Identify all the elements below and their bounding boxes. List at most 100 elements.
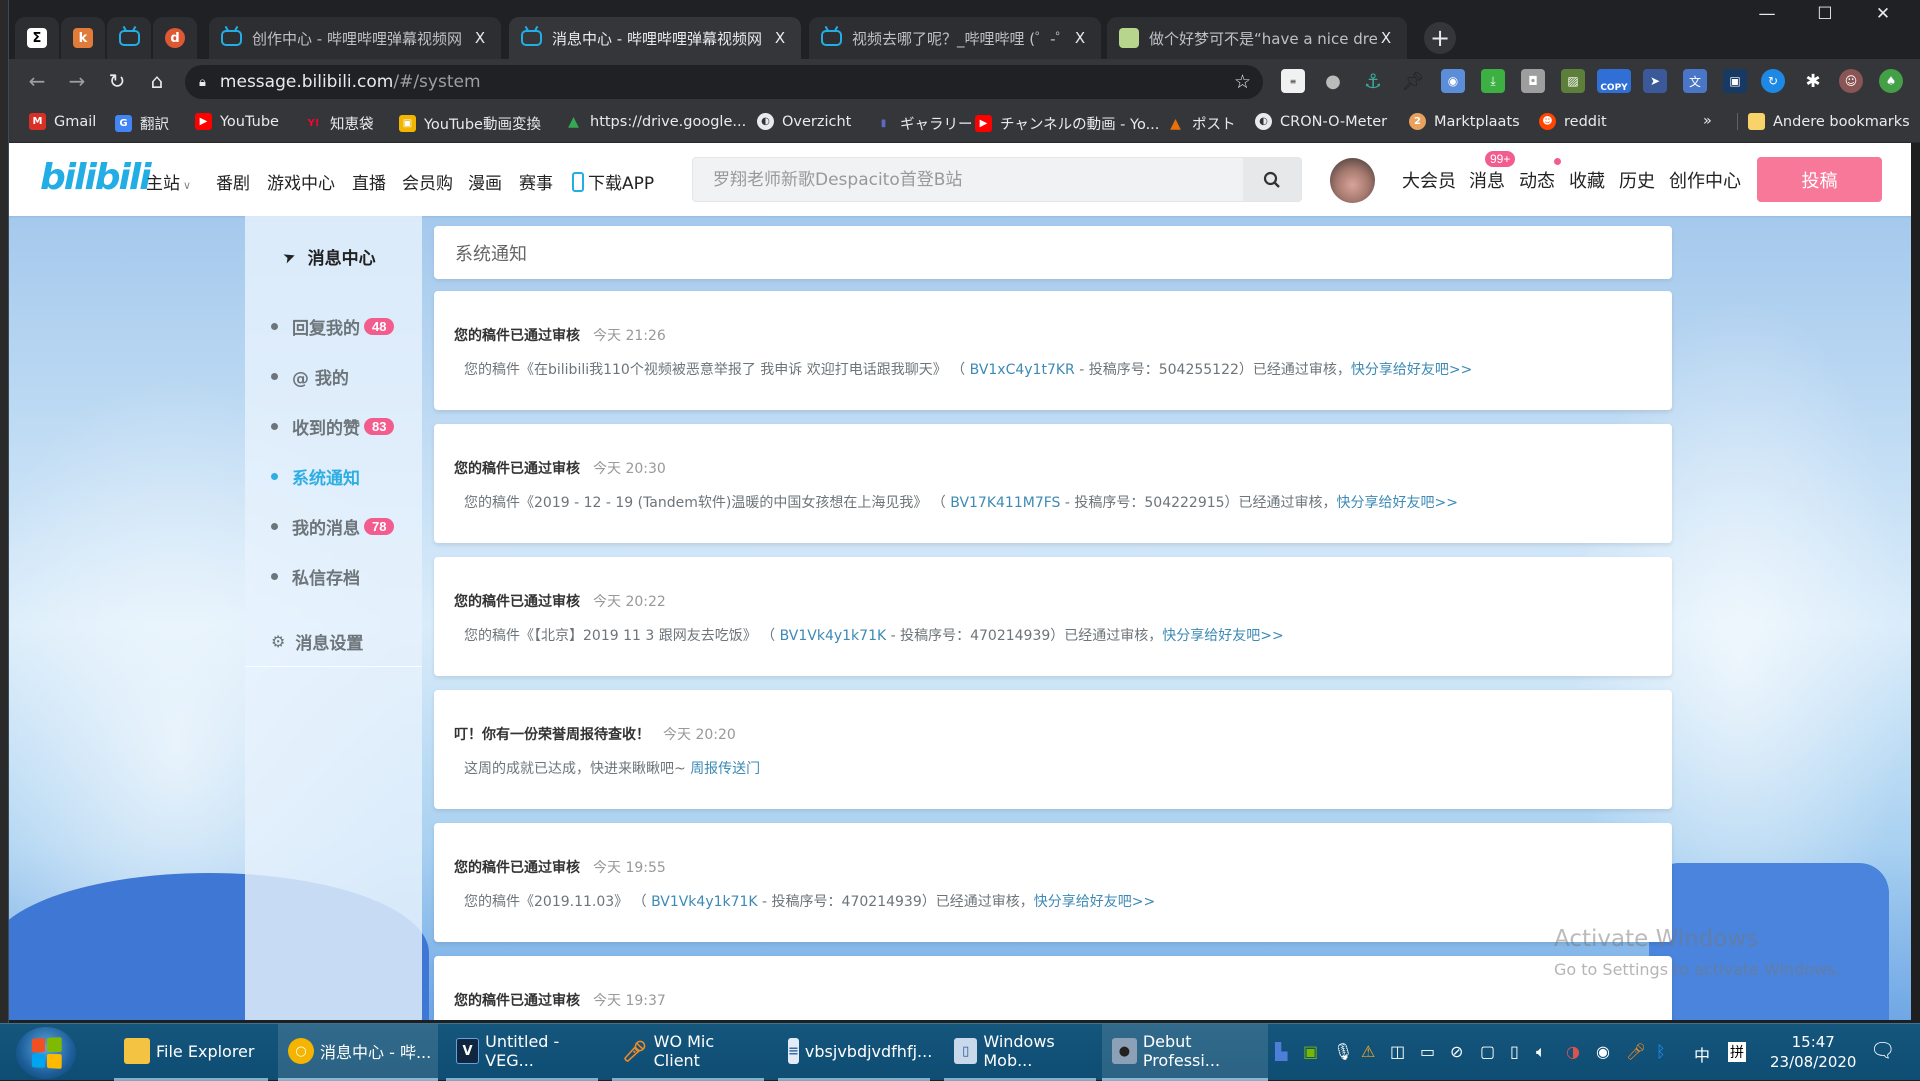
cursor-icon[interactable]: ➤ [1643, 69, 1667, 93]
taskbar-debut[interactable]: ● Debut Professi... [1102, 1024, 1268, 1081]
video-bv-link[interactable]: BV1Vk4y1k71K [780, 628, 887, 644]
forward-button[interactable]: → [62, 69, 92, 93]
bookmark-youtube-converter[interactable]: ▣ YouTube動画変換 [399, 113, 541, 134]
close-tab-icon[interactable]: X [471, 29, 489, 47]
new-tab-button[interactable]: + [1424, 22, 1456, 54]
share-link[interactable]: 快分享给好友吧>> [1034, 894, 1155, 910]
share-link[interactable]: 快分享给好友吧>> [1162, 628, 1283, 644]
extension-icon[interactable]: ● [1321, 69, 1345, 93]
nav-creator-center[interactable]: 创作中心 [1669, 167, 1741, 193]
other-bookmarks-folder[interactable]: Andere bookmarks [1737, 113, 1910, 130]
bookmark-overzicht[interactable]: ◐ Overzicht [757, 113, 851, 130]
address-bar[interactable]: 🔒︎ message.bilibili.com/#/system ☆ [185, 65, 1263, 99]
home-button[interactable]: ⌂ [142, 69, 172, 93]
puzzle-icon[interactable]: ✱ [1801, 69, 1825, 93]
tab-message-center[interactable]: 消息中心 - 哔哩哔哩弹幕视频网 X [509, 17, 801, 59]
bookmark-translate[interactable]: G 翻訳 [115, 113, 169, 134]
sidebar-item-system-notices[interactable]: 系统通知 [271, 464, 360, 489]
sync-icon[interactable]: ♠ [1879, 69, 1903, 93]
user-avatar[interactable] [1330, 158, 1375, 203]
microphone-tray-icon[interactable]: 🎙︎ [1333, 1042, 1353, 1061]
sidebar-item-mentions[interactable]: @ 我的 [271, 364, 349, 389]
system-clock[interactable]: 15:47 23/08/2020 [1770, 1032, 1856, 1072]
camera-icon[interactable]: ◉ [1441, 69, 1465, 93]
nav-download-app[interactable]: 下载APP [572, 169, 654, 194]
nav-main-site[interactable]: 主站 ∨ [146, 169, 191, 194]
close-window-button[interactable]: ✕ [1855, 4, 1911, 24]
bluetooth-icon[interactable]: ᛒ [1656, 1042, 1666, 1061]
ime-mode-indicator[interactable]: 拼 [1728, 1042, 1746, 1062]
bookmark-gallery[interactable]: ▮ ギャラリー [875, 113, 973, 134]
image-icon[interactable]: ▨ [1561, 69, 1585, 93]
reload-button[interactable]: ↻ [102, 69, 132, 93]
nav-live[interactable]: 直播 [352, 169, 386, 194]
taskbar-wo-mic[interactable]: 🎤︎ WO Mic Client [612, 1024, 764, 1081]
search-button[interactable] [1243, 158, 1301, 201]
usb-icon[interactable]: ▯ [1510, 1042, 1519, 1061]
share-link[interactable]: 快分享给好友吧>> [1351, 362, 1472, 378]
close-tab-icon[interactable]: X [771, 29, 789, 47]
tab-video-missing[interactable]: 视频去哪了呢？_哔哩哔哩 (゜-゜)つ X [809, 17, 1101, 59]
sidebar-item-message-settings[interactable]: ⚙ 消息设置 [271, 629, 363, 654]
action-center-button[interactable]: 🗨︎ [1870, 1038, 1895, 1066]
reader-icon[interactable]: ≡ [1281, 69, 1305, 93]
search-input[interactable] [693, 158, 1243, 201]
bookmark-marktplaats[interactable]: 2 Marktplaats [1409, 113, 1520, 130]
taskbar-notepad[interactable]: ≡ vbsjvbdjvdfhfj... [778, 1024, 932, 1081]
bookmark-cronometer[interactable]: ◐ CRON-O-Meter [1255, 113, 1387, 130]
share-link[interactable]: 快分享给好友吧>> [1337, 495, 1458, 511]
bookmark-google-drive[interactable]: ▲ https://drive.google... [565, 113, 746, 130]
maximize-button[interactable]: ☐ [1797, 4, 1853, 24]
pinned-tab-sigma[interactable]: Σ [15, 17, 59, 59]
bookmarks-overflow-button[interactable]: » [1703, 113, 1712, 129]
pinned-tab-bilibili[interactable] [107, 17, 151, 59]
extension-icon[interactable]: ▣ [1723, 69, 1747, 93]
speaker-app-icon[interactable]: ◉ [1596, 1042, 1610, 1061]
bookmark-post[interactable]: ▲ ポスト [1167, 113, 1235, 134]
display-icon[interactable]: ◫ [1390, 1042, 1405, 1061]
nav-manga[interactable]: 漫画 [468, 169, 502, 194]
minimize-button[interactable]: — [1739, 4, 1795, 24]
monitor-icon[interactable]: ▢ [1480, 1042, 1495, 1061]
refresh-icon[interactable]: ↻ [1761, 69, 1785, 93]
nav-dynamics[interactable]: 动态 [1519, 167, 1555, 193]
start-button[interactable] [16, 1027, 76, 1079]
bookmark-youtube[interactable]: ▶ YouTube [195, 113, 279, 130]
bookmark-chiebukuro[interactable]: Y! 知恵袋 [305, 113, 374, 134]
nav-game-center[interactable]: 游戏中心 [267, 169, 335, 194]
nav-esports[interactable]: 赛事 [519, 169, 553, 194]
video-bv-link[interactable]: BV1xC4y1t7KR [970, 362, 1075, 378]
close-tab-icon[interactable]: X [1071, 29, 1089, 47]
taskbar-chrome[interactable]: ○ 消息中心 - 哔... [278, 1024, 438, 1081]
nav-member-shop[interactable]: 会员购 [402, 169, 453, 194]
weekly-report-link[interactable]: 周报传送门 [690, 761, 760, 777]
nav-anime[interactable]: 番剧 [216, 169, 250, 194]
sidebar-item-replies[interactable]: 回复我的 48 [271, 314, 395, 339]
nvidia-icon[interactable]: ▣ [1303, 1042, 1318, 1061]
download-icon[interactable]: ⤓ [1481, 69, 1505, 93]
network-off-icon[interactable]: ⊘ [1450, 1042, 1463, 1061]
ime-language-indicator[interactable]: 中 [1694, 1042, 1710, 1066]
copy-extension-button[interactable]: COPY [1597, 69, 1631, 93]
taskbar-windows-mobile[interactable]: ▯ Windows Mob... [944, 1024, 1096, 1081]
taskbar-file-explorer[interactable]: File Explorer [114, 1024, 268, 1081]
upload-button[interactable]: 投稿 [1757, 157, 1882, 202]
battery-icon[interactable]: ▭ [1420, 1042, 1435, 1061]
volume-icon[interactable]: 🔈︎ [1536, 1042, 1546, 1062]
screenshot-icon[interactable]: ◘ [1521, 69, 1545, 93]
taskbar-vegas[interactable]: V Untitled - VEG... [446, 1024, 598, 1081]
bookmark-channel-videos[interactable]: ▶ チャンネルの動画 - Yo... [975, 113, 1159, 134]
sidebar-item-my-messages[interactable]: 我的消息 78 [271, 514, 395, 539]
security-warning-icon[interactable]: ⚠ [1361, 1042, 1375, 1061]
bilibili-logo[interactable]: bilibili [40, 157, 152, 198]
nav-history[interactable]: 历史 [1619, 167, 1655, 193]
bookmark-reddit[interactable]: ☻ reddit [1539, 113, 1607, 130]
video-bv-link[interactable]: BV17K411M7FS [950, 495, 1060, 511]
anchor-icon[interactable]: ⚓︎ [1361, 69, 1385, 93]
bookmark-star-icon[interactable]: ☆ [1234, 71, 1251, 93]
nav-favorites[interactable]: 收藏 [1569, 167, 1605, 193]
nav-messages[interactable]: 消息 [1469, 167, 1505, 193]
tab-nice-dream[interactable]: 做个好梦可不是“have a nice drea X [1107, 17, 1407, 59]
bookmark-gmail[interactable]: M Gmail [29, 113, 96, 130]
wo-mic-tray-icon[interactable]: 🎤︎ [1626, 1042, 1646, 1061]
